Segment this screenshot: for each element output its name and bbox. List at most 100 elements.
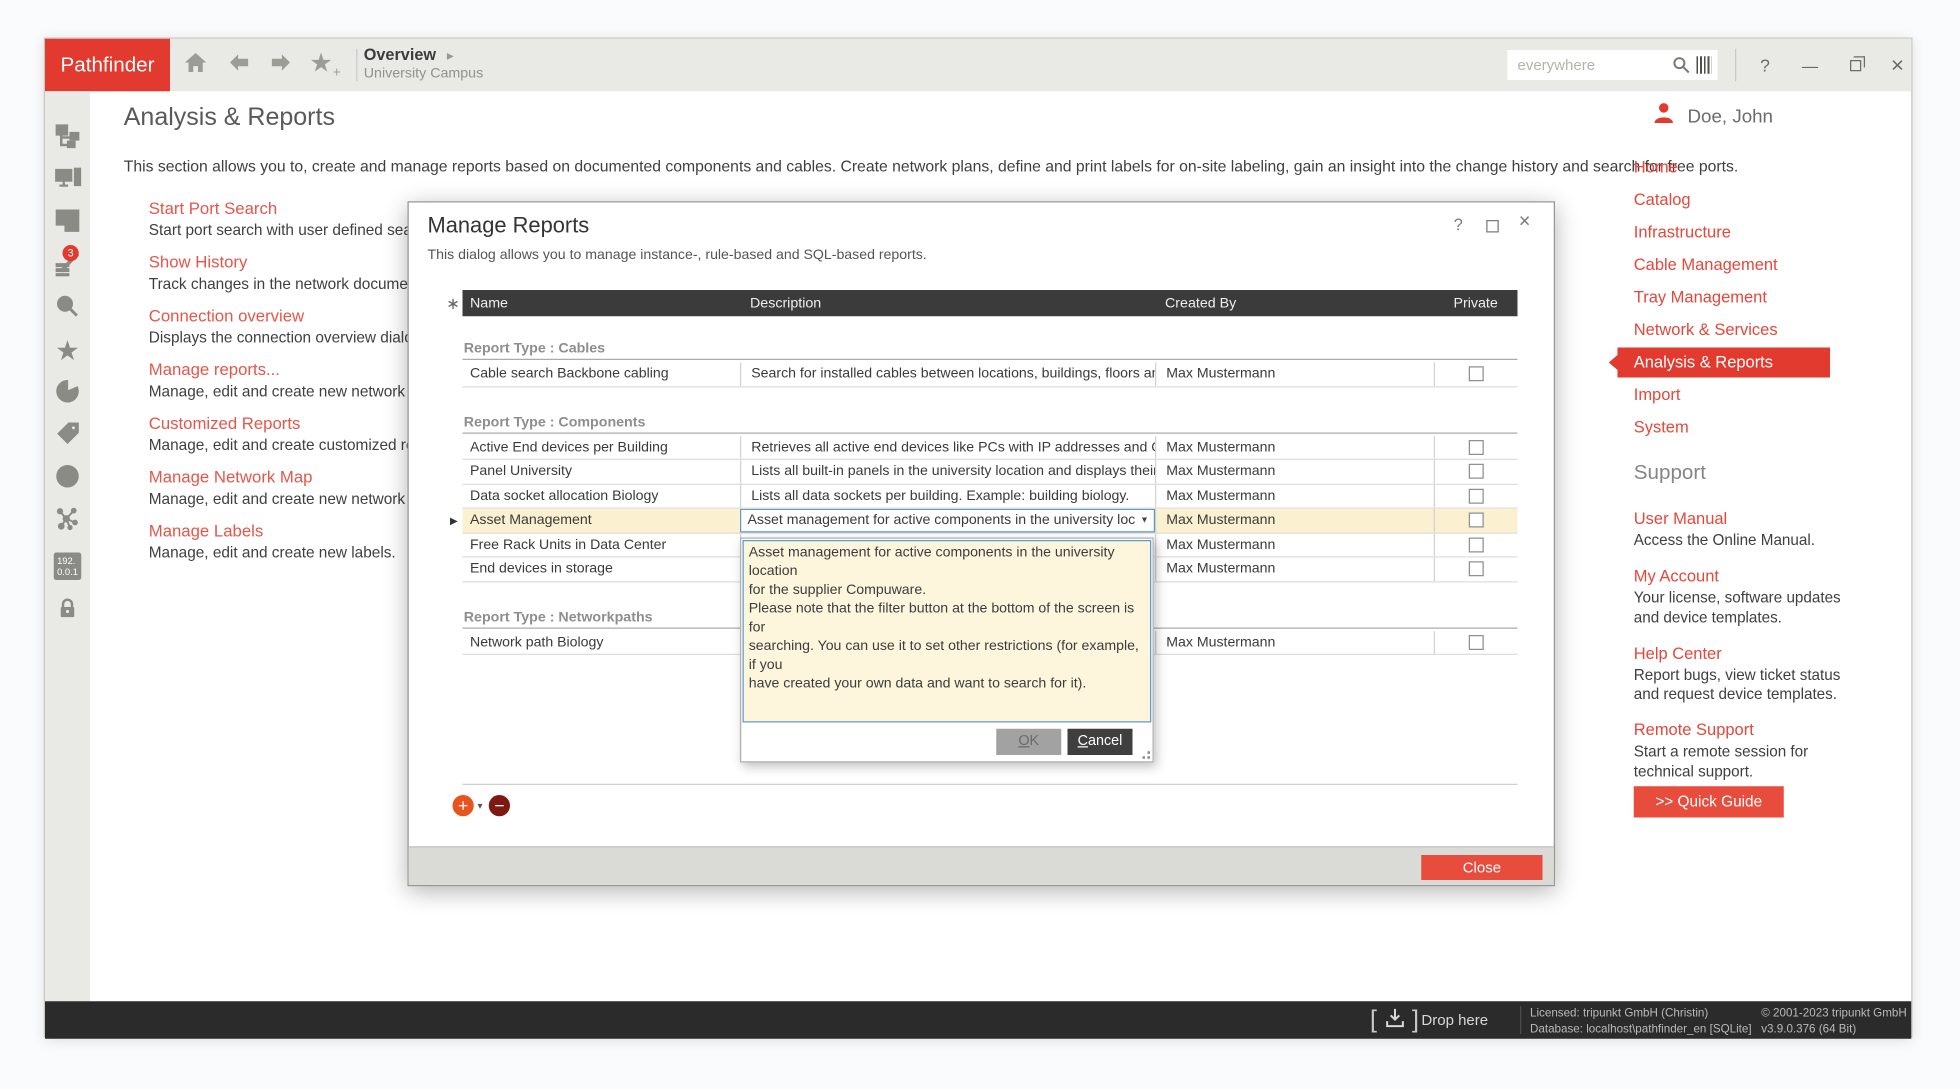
- nav-item[interactable]: Cable Management: [1618, 249, 1831, 282]
- private-checkbox[interactable]: [1469, 635, 1484, 650]
- manage-reports-dialog: Manage Reports ? × This dialog allows yo…: [408, 201, 1556, 886]
- dialog-title: Manage Reports: [428, 213, 590, 239]
- workstation-button[interactable]: [45, 163, 90, 201]
- titlebar-separator: [1735, 49, 1736, 82]
- dialog-help-button[interactable]: ?: [1454, 215, 1463, 234]
- network-map-button[interactable]: [45, 503, 90, 541]
- private-checkbox[interactable]: [1469, 464, 1484, 479]
- private-checkbox[interactable]: [1469, 488, 1484, 503]
- description-editor-combo[interactable]: Asset management for active components i…: [740, 509, 1155, 532]
- statistics-button[interactable]: [45, 375, 90, 413]
- restore-button[interactable]: [1835, 39, 1875, 92]
- quick-link-item: Show History Track changes in the networ…: [149, 253, 452, 293]
- support-title: Support: [1634, 461, 1706, 485]
- stage: Pathfinder ★+: [0, 0, 1960, 1089]
- report-group-label: Report Type : Components: [463, 413, 1518, 433]
- dialog-close-icon-button[interactable]: ×: [1519, 211, 1531, 234]
- labels-button[interactable]: [45, 418, 90, 456]
- nav-item[interactable]: Analysis & Reports: [1618, 348, 1831, 378]
- workstation-icon: [54, 168, 80, 196]
- network-documentation-button[interactable]: [45, 120, 90, 158]
- add-report-button[interactable]: +: [453, 795, 474, 816]
- column-name[interactable]: Name: [463, 296, 741, 311]
- private-checkbox[interactable]: [1469, 537, 1484, 552]
- dialog-maximize-button[interactable]: [1486, 220, 1499, 233]
- column-description[interactable]: Description: [740, 296, 1155, 311]
- private-checkbox[interactable]: [1469, 562, 1484, 577]
- nav-item[interactable]: Catalog: [1618, 184, 1831, 217]
- quick-link-desc: Manage, edit and create new labels.: [149, 544, 452, 562]
- search-icon[interactable]: [1673, 56, 1691, 80]
- minimize-button[interactable]: —: [1790, 39, 1830, 92]
- report-created-by: Max Mustermann: [1155, 436, 1434, 459]
- nav-item[interactable]: Tray Management: [1618, 281, 1831, 314]
- pending-tasks-button[interactable]: 3: [45, 248, 90, 286]
- bracket-left: [: [1370, 1006, 1377, 1035]
- add-favorite-button[interactable]: ★+: [300, 39, 350, 92]
- forward-button[interactable]: [259, 39, 302, 92]
- editor-ok-button[interactable]: OK: [996, 729, 1061, 755]
- nav-item[interactable]: System: [1618, 411, 1831, 444]
- quick-link-label[interactable]: Show History: [149, 253, 452, 272]
- nav-item[interactable]: Import: [1618, 379, 1831, 412]
- quick-link-label[interactable]: Manage Labels: [149, 521, 452, 540]
- report-group: Report Type : Cables Cable search Backbon…: [463, 340, 1518, 387]
- column-created-by[interactable]: Created By: [1155, 296, 1434, 311]
- nav-item-label: Tray Management: [1634, 288, 1767, 307]
- copyright: © 2001-2023 tripunkt GmbH: [1761, 1005, 1907, 1021]
- column-private[interactable]: Private: [1434, 296, 1518, 311]
- quick-link-desc: Manage, edit and create new network re: [149, 383, 452, 401]
- report-created-by: Max Mustermann: [1155, 558, 1434, 581]
- report-row[interactable]: ▶Asset ManagementAsset management for ac…: [463, 509, 1518, 533]
- report-row[interactable]: Active End devices per BuildingRetrieves…: [463, 436, 1518, 460]
- breadcrumb[interactable]: Overview ▸ University Campus: [364, 45, 483, 81]
- dialog-close-button[interactable]: Close: [1421, 855, 1542, 880]
- favorites-button[interactable]: ★: [45, 333, 90, 371]
- user-row[interactable]: Doe, John: [1651, 101, 1773, 131]
- report-group-label: Report Type : Cables: [463, 340, 1518, 360]
- remove-report-button[interactable]: −: [489, 795, 510, 816]
- help-button[interactable]: ?: [1745, 39, 1785, 92]
- support-link-label[interactable]: Help Center: [1634, 643, 1859, 662]
- nav-item[interactable]: Infrastructure: [1618, 216, 1831, 249]
- table-options-icon[interactable]: ∗: [446, 294, 460, 314]
- private-checkbox[interactable]: [1469, 513, 1484, 528]
- report-row[interactable]: Cable search Backbone cablingSearch for …: [463, 363, 1518, 387]
- add-report-dropdown-icon[interactable]: ▾: [478, 800, 483, 811]
- floorplan-button[interactable]: [45, 205, 90, 243]
- private-checkbox[interactable]: [1469, 367, 1484, 382]
- nav-item[interactable]: Network & Services: [1618, 314, 1831, 347]
- quick-link-label[interactable]: Manage Network Map: [149, 468, 452, 487]
- app-logo: Pathfinder: [45, 39, 170, 92]
- support-link-label[interactable]: User Manual: [1634, 509, 1859, 528]
- history-button[interactable]: [45, 460, 90, 498]
- report-row[interactable]: Panel UniversityLists all built-in panel…: [463, 460, 1518, 484]
- support-link-label[interactable]: My Account: [1634, 566, 1859, 585]
- rail-search-button[interactable]: [45, 290, 90, 328]
- report-name: End devices in storage: [463, 558, 741, 581]
- back-button[interactable]: [218, 39, 261, 92]
- private-checkbox[interactable]: [1469, 440, 1484, 455]
- home-button[interactable]: [174, 39, 217, 92]
- close-window-button[interactable]: ×: [1878, 39, 1918, 92]
- report-private-cell: [1434, 631, 1518, 654]
- quick-link-label[interactable]: Manage reports...: [149, 360, 452, 379]
- barcode-scan-icon[interactable]: [1696, 56, 1711, 74]
- report-row[interactable]: Data socket allocation BiologyLists all …: [463, 484, 1518, 508]
- quick-link-label[interactable]: Start Port Search: [149, 199, 452, 218]
- quick-link-label[interactable]: Connection overview: [149, 306, 452, 325]
- quick-link-label[interactable]: Customized Reports: [149, 414, 452, 433]
- security-button[interactable]: [45, 593, 90, 631]
- drop-download-icon: [1377, 1007, 1412, 1033]
- ip-management-button[interactable]: 192.0.0.1: [45, 548, 90, 586]
- editor-cancel-button[interactable]: Cancel: [1068, 729, 1133, 755]
- nav-item[interactable]: Home: [1618, 151, 1831, 184]
- support-link-label[interactable]: Remote Support: [1634, 720, 1859, 739]
- support-link-item: Remote Support Start a remote session fo…: [1634, 720, 1859, 782]
- support-link-desc: Access the Online Manual.: [1634, 531, 1859, 551]
- drop-here-target[interactable]: [ ] Drop here: [1370, 1001, 1488, 1039]
- description-editor-textarea[interactable]: Asset management for active components i…: [743, 540, 1152, 723]
- page-title: Analysis & Reports: [124, 104, 335, 133]
- quick-guide-button[interactable]: >> Quick Guide: [1634, 786, 1784, 817]
- resize-grip-icon[interactable]: [1140, 749, 1150, 759]
